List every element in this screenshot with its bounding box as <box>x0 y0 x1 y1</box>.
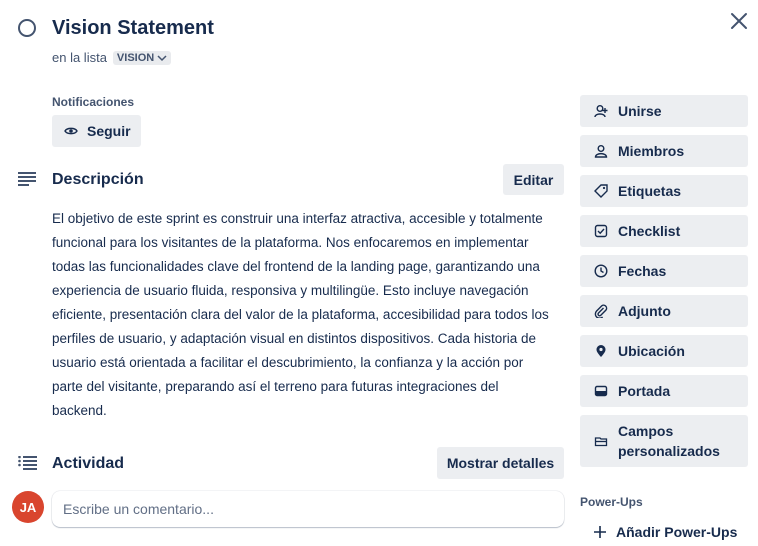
edit-description-button[interactable]: Editar <box>503 164 564 195</box>
show-details-button[interactable]: Mostrar detalles <box>437 447 564 479</box>
attachment-label: Adjunto <box>618 303 671 319</box>
members-button[interactable]: Miembros <box>580 135 748 167</box>
notifications-label: Notificaciones <box>52 95 135 109</box>
paperclip-icon <box>594 304 608 318</box>
avatar[interactable]: JA <box>12 491 44 523</box>
dates-button[interactable]: Fechas <box>580 255 748 287</box>
chevron-down-icon <box>157 54 167 61</box>
list-name: VISION <box>116 51 155 64</box>
description-text[interactable]: El objetivo de este sprint es construir … <box>52 207 557 423</box>
checkbox-icon <box>594 224 608 238</box>
plus-icon <box>594 526 606 538</box>
custom-fields-icon <box>594 434 608 448</box>
labels-label: Etiquetas <box>618 183 682 199</box>
list-prefix: en la lista <box>52 50 107 65</box>
follow-button[interactable]: Seguir <box>52 115 141 147</box>
custom-fields-label: Campos personalizados <box>618 423 720 459</box>
list-info: en la lista VISION <box>52 50 172 65</box>
card-title[interactable]: Vision Statement <box>52 14 214 42</box>
close-icon[interactable] <box>728 10 750 32</box>
members-label: Miembros <box>618 143 685 159</box>
checklist-label: Checklist <box>618 223 681 239</box>
dates-label: Fechas <box>618 263 667 279</box>
activity-icon <box>18 456 37 470</box>
join-label: Unirse <box>618 103 662 119</box>
location-label: Ubicación <box>618 343 685 359</box>
cover-icon <box>594 384 608 398</box>
activity-heading: Actividad <box>52 455 125 472</box>
description-heading: Descripción <box>52 171 144 188</box>
clock-icon <box>594 264 608 278</box>
location-button[interactable]: Ubicación <box>580 335 748 367</box>
location-pin-icon <box>594 344 608 358</box>
description-icon <box>18 172 36 186</box>
custom-fields-button[interactable]: Campos personalizados <box>580 415 748 467</box>
person-icon <box>594 144 608 158</box>
join-button[interactable]: Unirse <box>580 95 748 127</box>
cover-button[interactable]: Portada <box>580 375 748 407</box>
tag-icon <box>594 184 608 198</box>
follow-label: Seguir <box>87 123 131 139</box>
add-powerups-button[interactable]: Añadir Power-Ups <box>580 518 748 546</box>
person-add-icon <box>594 104 608 118</box>
add-powerups-label: Añadir Power-Ups <box>616 524 738 540</box>
checklist-button[interactable]: Checklist <box>580 215 748 247</box>
list-selector[interactable]: VISION <box>112 50 172 65</box>
card-complete-checkbox[interactable] <box>18 19 36 37</box>
labels-button[interactable]: Etiquetas <box>580 175 748 207</box>
eye-icon <box>64 127 78 135</box>
comment-input[interactable] <box>52 491 564 527</box>
attachment-button[interactable]: Adjunto <box>580 295 748 327</box>
powerups-label: Power-Ups <box>580 495 643 509</box>
cover-label: Portada <box>618 383 671 399</box>
